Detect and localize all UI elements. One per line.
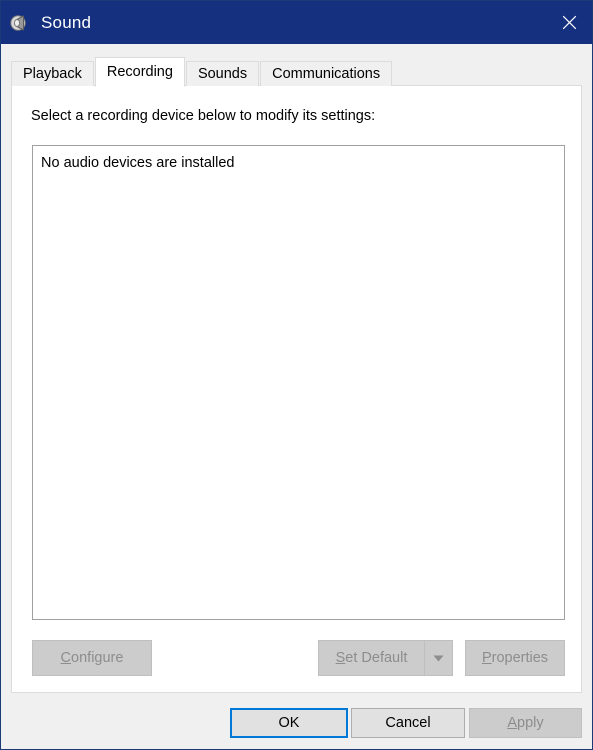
dialog-footer: OK Cancel Apply <box>1 693 592 749</box>
configure-button[interactable]: Configure <box>32 640 152 676</box>
tab-strip: Playback Recording Sounds Communications <box>11 56 393 87</box>
instruction-text: Select a recording device below to modif… <box>31 108 376 124</box>
properties-button[interactable]: Properties <box>465 640 565 676</box>
tab-recording-label: Recording <box>106 64 173 80</box>
tab-playback-label: Playback <box>23 66 82 82</box>
cancel-button-label: Cancel <box>385 715 431 731</box>
ok-button-label: OK <box>278 715 300 731</box>
apply-button-label: Apply <box>507 715 544 731</box>
device-list[interactable]: No audio devices are installed <box>32 145 565 620</box>
tab-sounds[interactable]: Sounds <box>185 61 260 86</box>
recording-tab-panel: Select a recording device below to modif… <box>11 85 582 693</box>
set-default-button-label: Set Default <box>335 650 408 666</box>
ok-button[interactable]: OK <box>230 708 348 738</box>
tab-recording[interactable]: Recording <box>94 57 185 87</box>
cancel-button[interactable]: Cancel <box>351 708 465 738</box>
tab-playback[interactable]: Playback <box>11 61 94 86</box>
tab-communications[interactable]: Communications <box>260 61 393 86</box>
device-list-empty-message: No audio devices are installed <box>41 155 235 171</box>
properties-button-label: Properties <box>481 650 549 666</box>
set-default-button[interactable]: Set Default <box>318 640 424 676</box>
window-title: Sound <box>41 12 92 32</box>
set-default-split-button: Set Default <box>318 640 453 676</box>
tab-sounds-label: Sounds <box>197 66 248 82</box>
configure-button-label: Configure <box>60 650 124 666</box>
title-bar: Sound <box>1 1 592 44</box>
sound-dialog-window: Sound Playback Recording Sounds Communic… <box>0 0 593 750</box>
tab-communications-label: Communications <box>272 66 381 82</box>
close-icon[interactable] <box>546 1 592 44</box>
device-action-bar: Configure Set Default Properties <box>32 640 565 676</box>
chevron-down-icon[interactable] <box>424 640 453 676</box>
speaker-icon <box>10 12 32 34</box>
apply-button[interactable]: Apply <box>469 708 582 738</box>
